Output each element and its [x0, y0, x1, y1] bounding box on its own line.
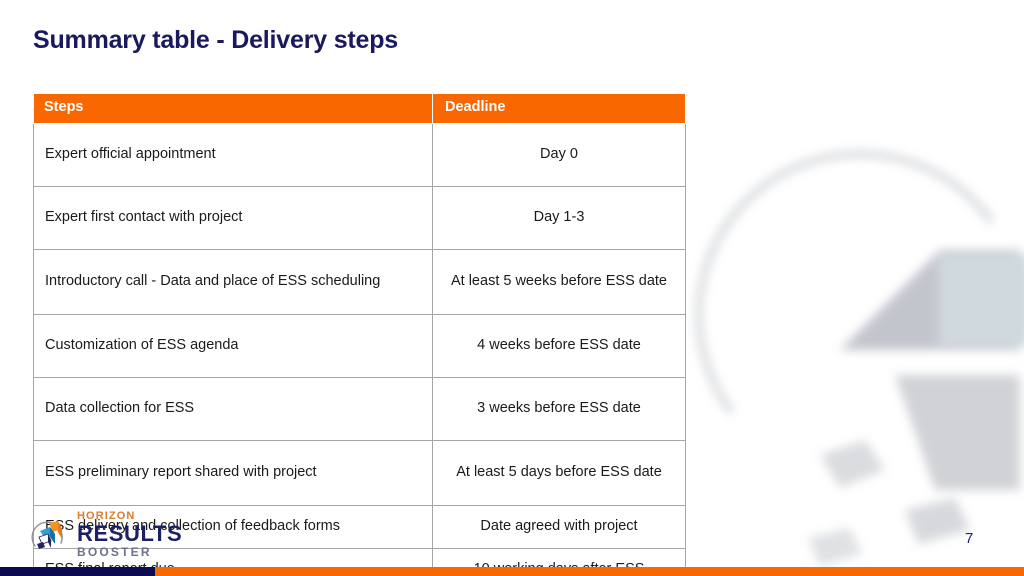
- cell-step: Expert official appointment: [33, 122, 433, 187]
- cell-step: Introductory call - Data and place of ES…: [33, 248, 433, 315]
- cell-step: ESS preliminary report shared with proje…: [33, 439, 433, 506]
- column-header-deadline: Deadline: [432, 93, 686, 124]
- logo-text-results: RESULTS: [77, 521, 183, 546]
- bottom-accent-bar: [0, 567, 1024, 576]
- logo-watermark-graphic: [690, 110, 1024, 570]
- cell-step: Data collection for ESS: [33, 376, 433, 441]
- cell-deadline: 3 weeks before ESS date: [432, 376, 686, 441]
- table-row: Introductory call - Data and place of ES…: [33, 248, 686, 315]
- cell-deadline: At least 5 days before ESS date: [432, 439, 686, 506]
- logo-text-booster: BOOSTER: [77, 545, 152, 559]
- page-title: Summary table - Delivery steps: [33, 26, 398, 54]
- slide: Summary table - Delivery steps Steps Dea…: [0, 0, 1024, 576]
- cell-deadline: Day 1-3: [432, 185, 686, 250]
- table-row: Data collection for ESS 3 weeks before E…: [33, 376, 686, 441]
- bottom-bar-navy-segment: [0, 567, 155, 576]
- horizon-results-booster-logo: HORIZON RESULTS BOOSTER: [27, 511, 182, 558]
- table-header-row: Steps Deadline: [33, 93, 686, 124]
- column-header-steps: Steps: [33, 93, 433, 124]
- cell-step: Expert first contact with project: [33, 185, 433, 250]
- table-row: Customization of ESS agenda 4 weeks befo…: [33, 313, 686, 378]
- cell-deadline: 4 weeks before ESS date: [432, 313, 686, 378]
- cell-deadline: At least 5 weeks before ESS date: [432, 248, 686, 315]
- cell-deadline: Date agreed with project: [432, 504, 686, 549]
- cell-step: Customization of ESS agenda: [33, 313, 433, 378]
- page-number: 7: [965, 530, 974, 547]
- table-row: Expert first contact with project Day 1-…: [33, 185, 686, 250]
- summary-table: Steps Deadline Expert official appointme…: [33, 93, 686, 576]
- table-row: ESS preliminary report shared with proje…: [33, 439, 686, 506]
- cell-deadline: Day 0: [432, 122, 686, 187]
- logo-wordmark: HORIZON RESULTS BOOSTER: [77, 511, 183, 559]
- table-row: Expert official appointment Day 0: [33, 122, 686, 187]
- logo-mark-icon: [27, 513, 71, 557]
- bottom-bar-orange-segment: [155, 567, 1024, 576]
